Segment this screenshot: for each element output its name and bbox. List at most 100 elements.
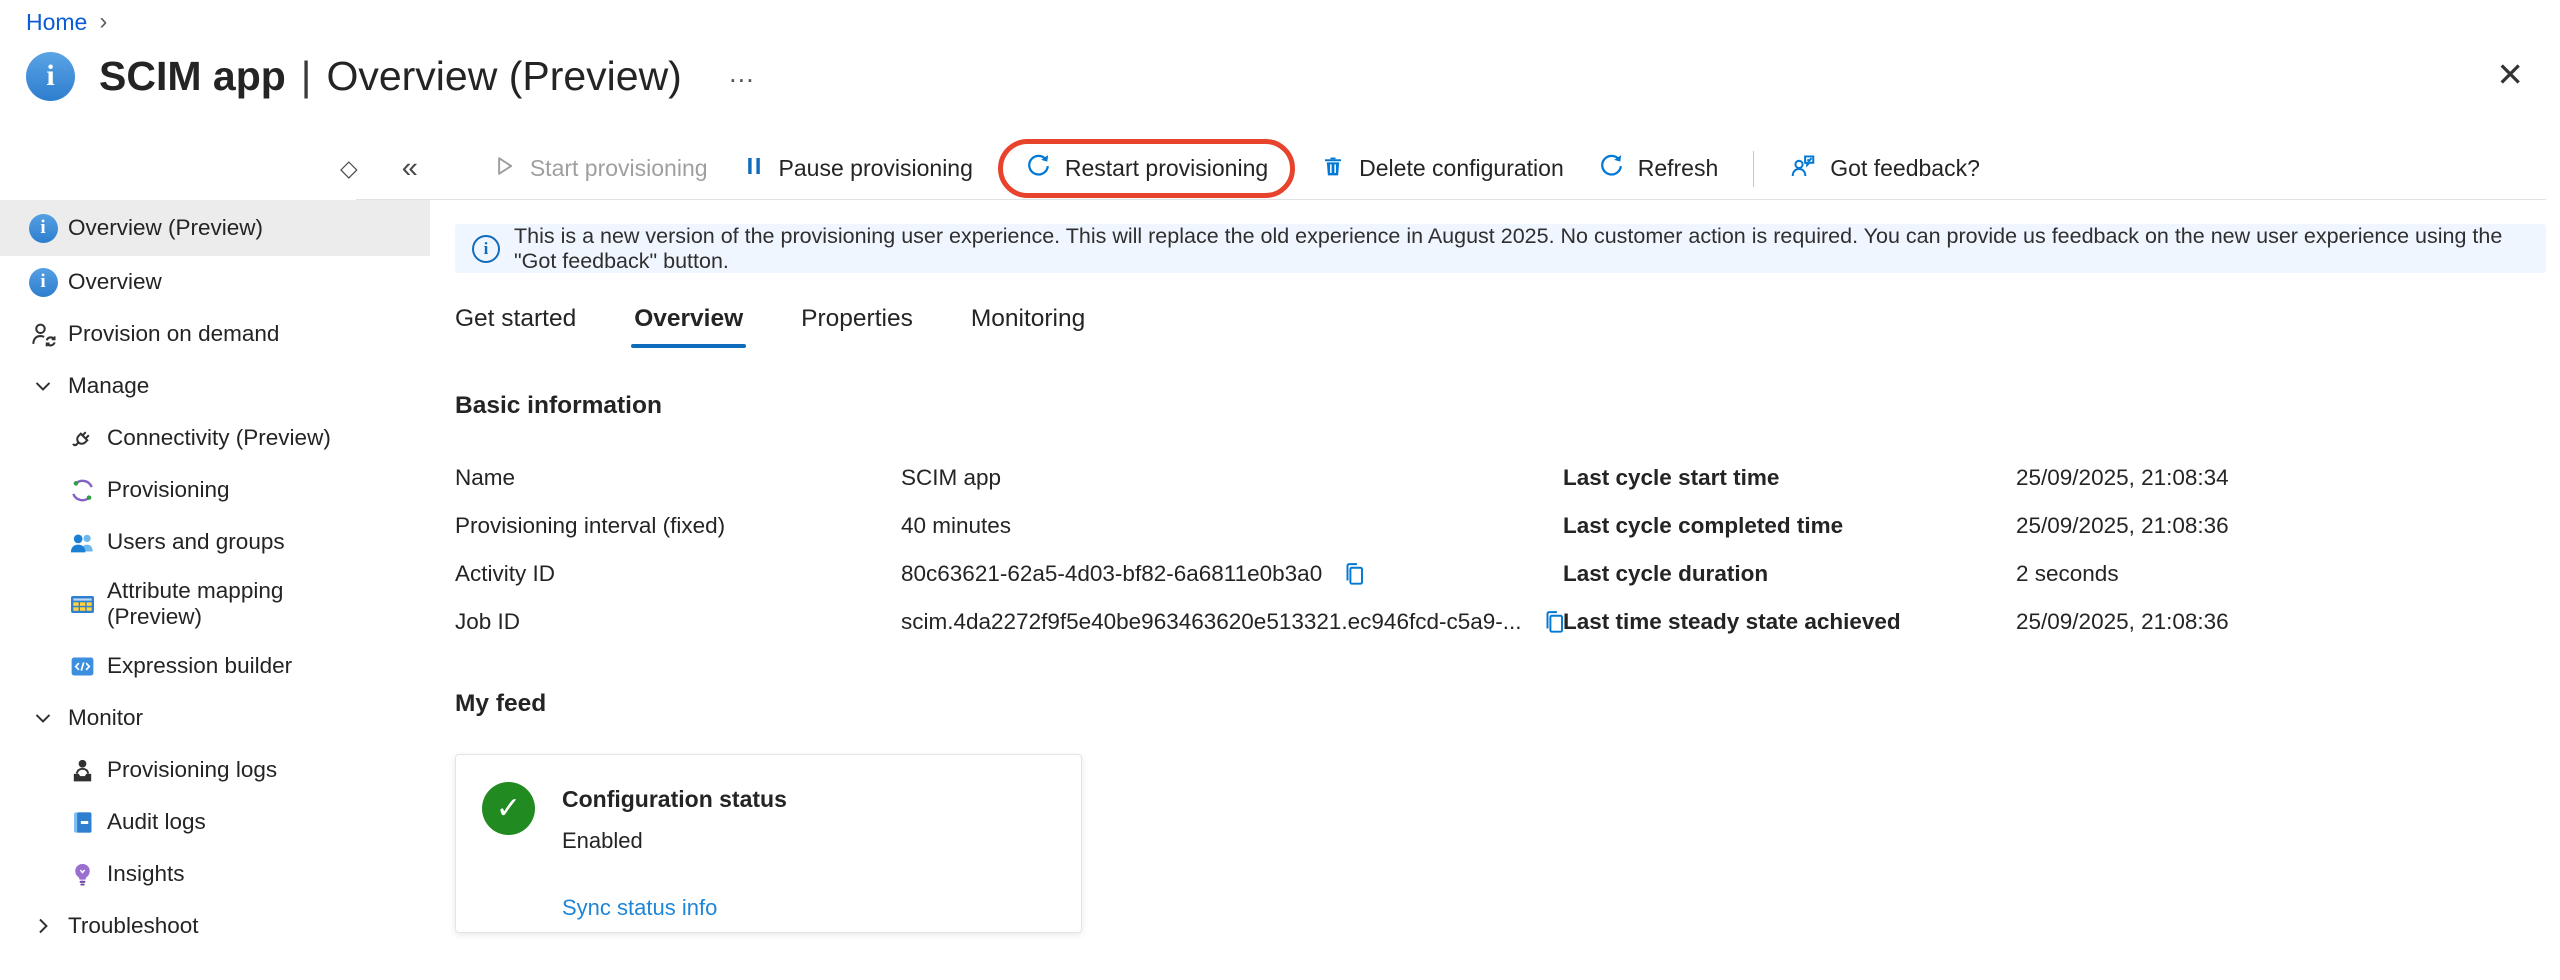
people-icon	[67, 527, 97, 557]
success-check-icon: ✓	[482, 782, 535, 835]
info-row-last-cycle-completed: Last cycle completed time 25/09/2025, 21…	[1563, 502, 2229, 550]
tab-monitoring[interactable]: Monitoring	[971, 305, 1085, 348]
info-row-activity-id: Activity ID 80c63621-62a5-4d03-bf82-6a68…	[455, 550, 1565, 598]
field-value: scim.4da2272f9f5e40be963463620e513321.ec…	[901, 609, 1522, 635]
basic-information-grid: Name SCIM app Provisioning interval (fix…	[455, 454, 2546, 646]
code-icon	[67, 651, 97, 681]
sidebar-item-expression-builder[interactable]: Expression builder	[0, 640, 430, 692]
sidebar-item-insights[interactable]: Insights	[0, 848, 430, 900]
close-icon[interactable]: ✕	[2492, 54, 2528, 95]
sidebar-item-label: Provisioning logs	[107, 757, 277, 783]
pause-provisioning-button[interactable]: Pause provisioning	[725, 144, 990, 194]
field-label: Job ID	[455, 609, 901, 635]
pause-provisioning-label: Pause provisioning	[779, 155, 973, 182]
sidebar-item-label: Provision on demand	[68, 321, 279, 347]
tab-bar: Get started Overview Properties Monitori…	[455, 305, 2546, 348]
refresh-button[interactable]: Refresh	[1581, 142, 1736, 195]
breadcrumb-home-link[interactable]: Home	[26, 9, 87, 36]
info-row-steady-state: Last time steady state achieved 25/09/20…	[1563, 598, 2229, 646]
sidebar-group-label: Troubleshoot	[68, 913, 199, 939]
tab-overview[interactable]: Overview	[634, 305, 743, 348]
field-value: 25/09/2025, 21:08:34	[2016, 465, 2229, 491]
person-tray-icon	[67, 755, 97, 785]
lightbulb-icon	[67, 859, 97, 889]
status-value: Enabled	[562, 828, 787, 854]
banner-info-icon: i	[472, 235, 500, 263]
field-value: 80c63621-62a5-4d03-bf82-6a6811e0b3a0	[901, 561, 1322, 587]
sidebar-group-troubleshoot[interactable]: Troubleshoot	[0, 900, 430, 952]
info-row-last-cycle-duration: Last cycle duration 2 seconds	[1563, 550, 2229, 598]
sidebar-item-attribute-mapping[interactable]: Attribute mapping (Preview)	[0, 568, 430, 640]
field-value: SCIM app	[901, 465, 1001, 491]
configuration-status-card: ✓ Configuration status Enabled Sync stat…	[455, 754, 1082, 933]
sidebar-item-overview-preview[interactable]: i Overview (Preview)	[0, 200, 430, 256]
sidebar-item-provision-on-demand[interactable]: Provision on demand	[0, 308, 430, 360]
start-provisioning-button[interactable]: Start provisioning	[474, 143, 725, 195]
restart-provisioning-label: Restart provisioning	[1065, 155, 1268, 182]
breadcrumb-chevron-icon: ›	[99, 8, 107, 36]
field-label: Provisioning interval (fixed)	[455, 513, 901, 539]
sidebar-item-label: Overview	[68, 269, 162, 295]
person-sync-icon	[28, 319, 58, 349]
refresh-label: Refresh	[1638, 155, 1719, 182]
copy-icon[interactable]	[1340, 560, 1369, 589]
tab-get-started[interactable]: Get started	[455, 305, 576, 348]
restart-provisioning-button[interactable]: Restart provisioning	[998, 139, 1295, 198]
chevron-down-icon	[28, 703, 58, 733]
info-row-name: Name SCIM app	[455, 454, 1565, 502]
tab-properties[interactable]: Properties	[801, 305, 913, 348]
sidebar-group-manage[interactable]: Manage	[0, 360, 430, 412]
info-row-provisioning-interval: Provisioning interval (fixed) 40 minutes	[455, 502, 1565, 550]
page-title-divider: |	[301, 53, 312, 100]
field-value: 2 seconds	[2016, 561, 2119, 587]
toolbar-divider	[1753, 151, 1754, 187]
sidebar-item-label: Expression builder	[107, 653, 292, 679]
sidebar-group-label: Monitor	[68, 705, 143, 731]
field-value: 25/09/2025, 21:08:36	[2016, 609, 2229, 635]
my-feed-heading: My feed	[455, 690, 2546, 718]
field-label: Last time steady state achieved	[1563, 609, 2016, 635]
sidebar-item-overview[interactable]: i Overview	[0, 256, 430, 308]
breadcrumb: Home ›	[26, 8, 107, 36]
more-options-icon[interactable]: …	[728, 58, 758, 89]
table-icon	[67, 589, 97, 619]
page-header: i SCIM app | Overview (Preview) …	[26, 46, 2490, 106]
feedback-icon	[1789, 152, 1817, 186]
sidebar-item-label: Connectivity (Preview)	[107, 425, 331, 451]
basic-information-heading: Basic information	[455, 392, 2546, 420]
field-label: Name	[455, 465, 901, 491]
collapse-sidebar-icon[interactable]: «	[402, 154, 418, 183]
app-info-icon: i	[26, 52, 75, 101]
got-feedback-label: Got feedback?	[1830, 155, 1980, 182]
field-label: Activity ID	[455, 561, 901, 587]
chevron-right-icon	[28, 911, 58, 941]
info-icon: i	[28, 267, 58, 297]
delete-configuration-button[interactable]: Delete configuration	[1303, 143, 1581, 195]
info-glyph: i	[46, 59, 54, 93]
got-feedback-button[interactable]: Got feedback?	[1772, 142, 1997, 196]
banner-text: This is a new version of the provisionin…	[514, 224, 2529, 274]
page-title-section: Overview (Preview)	[326, 53, 681, 100]
field-label: Last cycle duration	[1563, 561, 2016, 587]
page-title-app-name: SCIM app	[99, 53, 286, 100]
sidebar-item-provisioning-logs[interactable]: Provisioning logs	[0, 744, 430, 796]
info-banner: i This is a new version of the provision…	[455, 224, 2546, 273]
info-icon: i	[28, 213, 58, 243]
sidebar-item-label: Users and groups	[107, 529, 285, 555]
sidebar: i Overview (Preview) i Overview Provisio…	[0, 200, 430, 952]
trash-icon	[1320, 153, 1346, 185]
sidebar-group-monitor[interactable]: Monitor	[0, 692, 430, 744]
sidebar-item-label: Audit logs	[107, 809, 206, 835]
field-label: Last cycle completed time	[1563, 513, 2016, 539]
sidebar-item-provisioning[interactable]: Provisioning	[0, 464, 430, 516]
play-icon	[491, 153, 517, 185]
restart-icon	[1025, 152, 1052, 185]
sidebar-item-audit-logs[interactable]: Audit logs	[0, 796, 430, 848]
sync-status-info-link[interactable]: Sync status info	[562, 895, 717, 921]
sidebar-item-users-and-groups[interactable]: Users and groups	[0, 516, 430, 568]
chevron-down-icon	[28, 371, 58, 401]
sync-circle-icon	[67, 475, 97, 505]
refresh-icon	[1598, 152, 1625, 185]
sidebar-item-connectivity-preview[interactable]: Connectivity (Preview)	[0, 412, 430, 464]
resize-handle-icon[interactable]: ◇	[340, 155, 358, 182]
